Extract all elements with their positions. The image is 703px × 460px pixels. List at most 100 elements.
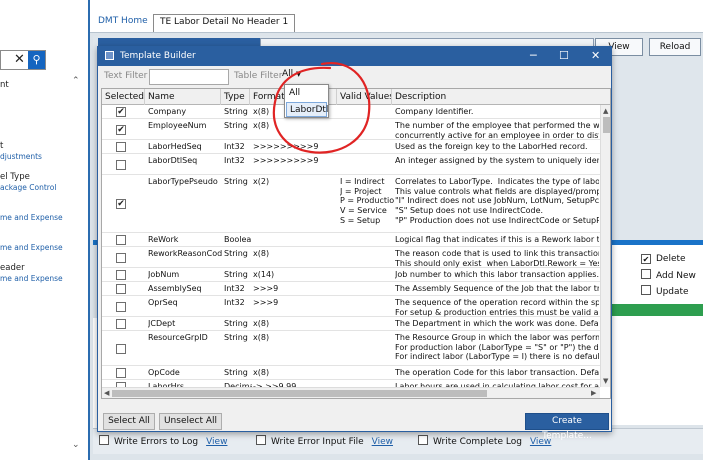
cell-type: String bbox=[224, 177, 248, 186]
cell-format: >>>>>>>>>9 bbox=[253, 156, 319, 165]
search-button[interactable]: ⚲ bbox=[28, 51, 45, 69]
selected-checkbox[interactable] bbox=[116, 160, 126, 170]
write-error-input-option[interactable]: Write Error Input File View bbox=[256, 435, 393, 447]
column-header-description[interactable]: Description bbox=[392, 89, 610, 105]
left-nav-sub-time-expense-2[interactable]: me and Expense bbox=[0, 243, 63, 252]
table-filter-label: Table Filter bbox=[234, 71, 283, 81]
table-row[interactable]: AssemblySeq Int32 >>>9 The Assembly Sequenc… bbox=[102, 282, 600, 296]
cell-name: ReworkReasonCode bbox=[148, 249, 222, 258]
left-nav-item-type[interactable]: el Type bbox=[0, 172, 30, 182]
select-all-button[interactable]: Select All bbox=[103, 413, 155, 430]
update-checkbox[interactable] bbox=[641, 285, 651, 295]
create-template-button[interactable]: Create Template... bbox=[525, 413, 609, 441]
cell-desc: The sequence of the operation record wit… bbox=[395, 298, 599, 317]
table-row[interactable]: LaborDtlSeq Int32 >>>>>>>>>9 An integer ass… bbox=[102, 154, 600, 175]
write-complete-option[interactable]: Write Complete Log View bbox=[418, 435, 551, 447]
selected-checkbox[interactable]: ✔ bbox=[116, 107, 126, 117]
close-icon[interactable]: ✕ bbox=[591, 49, 600, 62]
selected-checkbox[interactable] bbox=[116, 253, 126, 263]
cell-name: OpCode bbox=[148, 368, 180, 377]
write-errors-view-link[interactable]: View bbox=[206, 437, 227, 447]
column-header-selected[interactable]: Selected bbox=[102, 89, 145, 105]
table-row[interactable]: ResourceGrpID String x(8) The Resource Grou… bbox=[102, 331, 600, 366]
table-filter-select[interactable]: All ▼ bbox=[282, 69, 312, 85]
column-header-name[interactable]: Name bbox=[145, 89, 221, 105]
selected-checkbox[interactable] bbox=[116, 302, 126, 312]
left-nav-item-1[interactable]: nt bbox=[0, 80, 9, 90]
table-row[interactable]: ✔ EmployeeNum String x(8) The number of the … bbox=[102, 119, 600, 140]
vertical-scroll-thumb[interactable] bbox=[603, 117, 610, 133]
dialog-titlebar[interactable]: Template Builder ─ ☐ ✕ bbox=[98, 47, 611, 66]
selected-checkbox[interactable] bbox=[116, 270, 126, 280]
table-row[interactable]: LaborHedSeq Int32 >>>>>>>>>9 Used as the fo… bbox=[102, 140, 600, 154]
table-row[interactable]: JobNum String x(14) Job number to which thi… bbox=[102, 268, 600, 282]
table-row[interactable]: ReWork Boolean Logical flag that indicates… bbox=[102, 233, 600, 247]
table-row[interactable]: OprSeq Int32 >>>9 The sequence of the opera… bbox=[102, 296, 600, 317]
write-errors-option[interactable]: Write Errors to Log View bbox=[99, 435, 227, 447]
selected-checkbox[interactable] bbox=[116, 284, 126, 294]
scroll-left-icon[interactable]: ◀ bbox=[104, 389, 109, 397]
maximize-icon[interactable]: ☐ bbox=[559, 49, 569, 62]
cell-desc: The number of the employee that performe… bbox=[395, 121, 599, 140]
dropdown-option-all[interactable]: All bbox=[286, 86, 327, 101]
left-nav-sub-package[interactable]: ackage Control bbox=[0, 183, 56, 192]
selected-checkbox[interactable] bbox=[116, 235, 126, 245]
scroll-down-icon[interactable]: ▼ bbox=[603, 377, 608, 385]
write-errors-checkbox[interactable] bbox=[99, 435, 109, 445]
dropdown-option-labordtl[interactable]: LaborDtl bbox=[286, 102, 328, 117]
delete-option[interactable]: ✔ Delete bbox=[641, 254, 686, 264]
column-header-valid-values[interactable]: Valid Values bbox=[337, 89, 392, 105]
tab-te-labor-detail[interactable]: TE Labor Detail No Header 1 bbox=[153, 14, 296, 32]
table-row[interactable]: ReworkReasonCode String x(8) The reason cod… bbox=[102, 247, 600, 268]
reload-button[interactable]: Reload bbox=[649, 38, 701, 56]
cell-type: Int32 bbox=[224, 142, 245, 151]
table-row[interactable]: ✔ Company String x(8) Company Identifier. bbox=[102, 105, 600, 119]
vertical-scrollbar[interactable]: ▲ ▼ bbox=[600, 105, 610, 387]
cell-name: JCDept bbox=[148, 319, 176, 328]
cell-desc: The reason code that is used to link thi… bbox=[395, 249, 599, 268]
cell-format: x(8) bbox=[253, 121, 270, 130]
left-nav-item-2[interactable]: t bbox=[0, 141, 3, 151]
left-nav-sub-adjustments[interactable]: djustments bbox=[0, 152, 42, 161]
grid-header: Selected Name Type Format Valid Values D… bbox=[102, 89, 610, 105]
left-nav-item-header[interactable]: eader bbox=[0, 263, 25, 273]
collapse-caret-icon[interactable]: ⌃ bbox=[72, 76, 80, 86]
horizontal-scrollbar[interactable]: ◀ ▶ bbox=[102, 387, 600, 398]
cell-name: ReWork bbox=[148, 235, 179, 244]
selected-checkbox[interactable]: ✔ bbox=[116, 125, 126, 135]
write-complete-checkbox[interactable] bbox=[418, 435, 428, 445]
table-row[interactable]: LaborHrsDecimal->,>>9.99Labor hours are … bbox=[102, 380, 600, 387]
table-row[interactable]: OpCode String x(8) The operation Code for t… bbox=[102, 366, 600, 380]
selected-checkbox[interactable]: ✔ bbox=[116, 199, 126, 209]
column-header-type[interactable]: Type bbox=[221, 89, 250, 105]
add-new-checkbox[interactable] bbox=[641, 269, 651, 279]
write-error-input-view-link[interactable]: View bbox=[372, 437, 393, 447]
write-error-input-checkbox[interactable] bbox=[256, 435, 266, 445]
scroll-right-icon[interactable]: ▶ bbox=[591, 389, 596, 397]
delete-checkbox[interactable]: ✔ bbox=[641, 254, 651, 264]
add-new-option[interactable]: Add New bbox=[641, 269, 696, 281]
expand-caret-icon[interactable]: ⌄ bbox=[72, 440, 80, 450]
tab-dmt-home[interactable]: DMT Home bbox=[98, 16, 148, 26]
cell-name: Company bbox=[148, 107, 187, 116]
text-filter-input[interactable] bbox=[149, 69, 229, 85]
selected-checkbox[interactable] bbox=[116, 319, 126, 329]
selected-checkbox[interactable] bbox=[116, 368, 126, 378]
cell-format: x(8) bbox=[253, 319, 270, 328]
left-nav-sub-time-expense-1[interactable]: me and Expense bbox=[0, 213, 63, 222]
clear-search-icon[interactable]: ✕ bbox=[14, 52, 25, 67]
text-filter-label: Text Filter bbox=[104, 71, 148, 81]
window-app-icon bbox=[105, 51, 114, 60]
left-nav-sub-time-expense-3[interactable]: me and Expense bbox=[0, 274, 63, 283]
selected-checkbox[interactable] bbox=[116, 344, 126, 354]
table-row[interactable]: ✔ LaborTypePseudo String x(2) I = Indirect J… bbox=[102, 175, 600, 233]
unselect-all-button[interactable]: Unselect All bbox=[159, 413, 222, 430]
update-option[interactable]: Update bbox=[641, 285, 689, 297]
minimize-icon[interactable]: ─ bbox=[530, 49, 537, 62]
selected-checkbox[interactable] bbox=[116, 142, 126, 152]
table-row[interactable]: JCDept String x(8) The Department in which … bbox=[102, 317, 600, 331]
horizontal-scroll-thumb[interactable] bbox=[112, 390, 487, 397]
cell-type: Int32 bbox=[224, 156, 245, 165]
cell-type: String bbox=[224, 319, 248, 328]
scroll-up-icon[interactable]: ▲ bbox=[603, 107, 608, 115]
